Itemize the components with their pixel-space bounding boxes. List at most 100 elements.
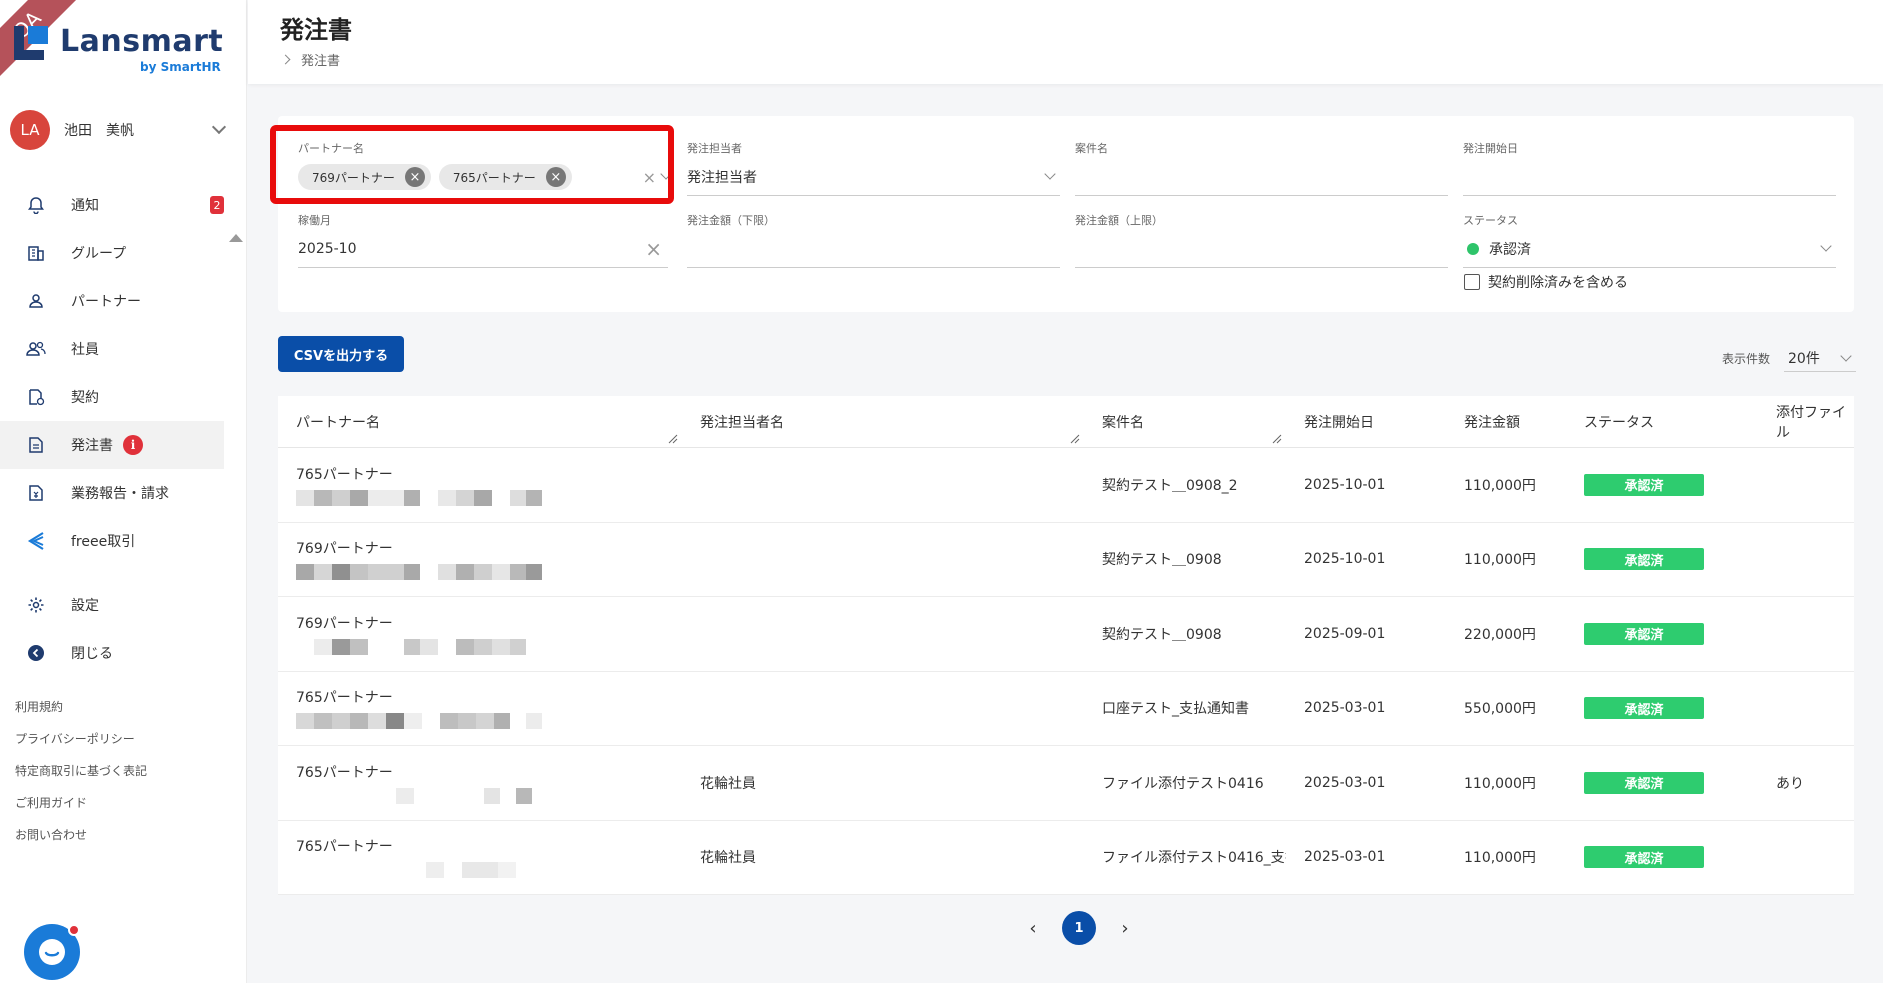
nav-item-order[interactable]: 発注書 i <box>0 421 224 469</box>
cell-start: 2025-03-01 <box>1304 700 1386 717</box>
nav-item-settings[interactable]: 設定 <box>0 581 224 629</box>
cell-status: 承認済 <box>1566 523 1758 597</box>
arrow-left-circle-icon <box>26 643 46 663</box>
amount-max-input[interactable] <box>1075 230 1448 268</box>
th-partner[interactable]: パートナー名 <box>278 396 682 448</box>
th-attachment-label: 添付ファイル <box>1776 405 1846 441</box>
breadcrumb-item[interactable]: 発注書 <box>301 50 340 69</box>
logo[interactable]: Lansmart by SmartHR <box>14 22 234 82</box>
status-select[interactable]: 承認済 <box>1463 230 1836 268</box>
amount-min-input[interactable] <box>687 230 1060 268</box>
nav-item-close[interactable]: 閉じる <box>0 629 224 677</box>
cell-status: 承認済 <box>1566 746 1758 820</box>
invoice-icon <box>26 483 46 503</box>
page-title: 発注書 <box>280 16 352 44</box>
person-icon <box>26 291 46 311</box>
link-commerce-law[interactable]: 特定商取引に基づく表記 <box>15 761 147 793</box>
resize-handle-icon[interactable] <box>1070 434 1080 444</box>
gear-icon <box>26 595 46 615</box>
th-amount[interactable]: 発注金額 <box>1446 396 1566 448</box>
notice-count-badge: 2 <box>210 196 224 214</box>
contract-icon <box>26 387 46 407</box>
nav-item-freee[interactable]: freee取引 <box>0 517 224 565</box>
blurred-text <box>296 862 516 879</box>
checkbox[interactable] <box>1464 274 1480 290</box>
cell-staff: 花輪社員 <box>700 850 756 867</box>
page-number-button[interactable]: 1 <box>1062 911 1096 945</box>
logo-brand: Lansmart <box>60 24 224 59</box>
table-row[interactable]: 769パートナー 契約テスト＿0908 2025-10-01 110,000円 … <box>278 523 1854 597</box>
table-row[interactable]: 765パートナー 花輪社員 ファイル添付テスト0416_支払 2025-03-0… <box>278 821 1854 895</box>
nav-item-employee[interactable]: 社員 <box>0 325 224 373</box>
th-project[interactable]: 案件名 <box>1084 396 1286 448</box>
month-input[interactable]: 2025-10 × <box>298 230 668 268</box>
cell-attachment <box>1758 672 1854 746</box>
nav-label-report: 業務報告・請求 <box>71 486 169 502</box>
table-row[interactable]: 765パートナー 花輪社員 ファイル添付テスト0416 2025-03-01 1… <box>278 746 1854 821</box>
highlight-box <box>270 125 674 204</box>
chat-button[interactable] <box>24 924 80 980</box>
th-attachment[interactable]: 添付ファイル <box>1758 396 1854 448</box>
people-icon <box>26 339 46 359</box>
cell-start: 2025-10-01 <box>1304 551 1386 568</box>
status-badge: 承認済 <box>1584 473 1704 496</box>
th-start-label: 発注開始日 <box>1304 415 1374 431</box>
link-terms[interactable]: 利用規約 <box>15 697 147 729</box>
link-guide[interactable]: ご利用ガイド <box>15 793 147 825</box>
table-row[interactable]: 765パートナー 契約テスト＿0908_2 2025-10-01 110,000… <box>278 448 1854 523</box>
nav-label-settings: 設定 <box>71 598 99 614</box>
nav-label-close: 閉じる <box>71 646 113 662</box>
nav-item-report[interactable]: 業務報告・請求 <box>0 469 224 517</box>
table-row[interactable]: 769パートナー 契約テスト＿0908 2025-09-01 220,000円 … <box>278 597 1854 672</box>
cell-partner: 765パートナー <box>278 821 682 895</box>
start-date-input[interactable] <box>1463 158 1836 196</box>
page-header: 発注書 発注書 <box>248 0 1883 84</box>
page-size-control: 表示件数 20件 <box>1722 344 1857 372</box>
nav-item-group[interactable]: グループ <box>0 229 224 277</box>
cell-start: 2025-09-01 <box>1304 625 1386 642</box>
th-status[interactable]: ステータス <box>1566 396 1758 448</box>
resize-handle-icon[interactable] <box>1272 434 1282 444</box>
scroll-up-arrow-icon[interactable] <box>229 234 243 242</box>
cell-amount: 110,000円 <box>1464 477 1536 494</box>
cell-start: 2025-03-01 <box>1304 774 1386 791</box>
page-size-label: 表示件数 <box>1722 351 1771 366</box>
chevron-down-icon <box>1840 350 1852 362</box>
page-size-select[interactable]: 20件 <box>1784 344 1857 372</box>
next-page-button[interactable]: › <box>1110 913 1140 943</box>
resize-handle-icon[interactable] <box>668 434 678 444</box>
status-value: 承認済 <box>1489 241 1531 258</box>
csv-export-button[interactable]: CSVを出力する <box>278 336 404 372</box>
cell-partner: 769パートナー <box>278 597 682 671</box>
page-size-value: 20件 <box>1788 350 1820 367</box>
project-input[interactable] <box>1075 158 1448 196</box>
link-contact[interactable]: お問い合わせ <box>15 825 147 857</box>
include-deleted-checkbox[interactable]: 契約削除済みを含める <box>1464 272 1628 292</box>
cell-amount: 110,000円 <box>1464 552 1536 569</box>
cell-staff <box>682 672 1084 746</box>
start-date-filter: 発注開始日 <box>1463 140 1836 196</box>
partner-name: 765パートナー <box>296 839 393 856</box>
include-deleted-label: 契約削除済みを含める <box>1488 275 1628 291</box>
partner-name: 769パートナー <box>296 615 393 632</box>
nav-item-partner[interactable]: パートナー <box>0 277 224 325</box>
nav-item-notice[interactable]: 通知 2 <box>0 181 224 229</box>
nav-item-contract[interactable]: 契約 <box>0 373 224 421</box>
th-staff[interactable]: 発注担当者名 <box>682 396 1084 448</box>
cell-amount: 110,000円 <box>1464 775 1536 792</box>
blurred-text <box>296 787 532 804</box>
cell-staff <box>682 523 1084 597</box>
cell-project: 口座テスト_支払通知書 <box>1102 701 1249 718</box>
cell-attachment[interactable]: あり <box>1758 746 1854 820</box>
cell-staff: 花輪社員 <box>700 775 756 792</box>
staff-select[interactable]: 発注担当者 <box>687 158 1060 196</box>
link-privacy[interactable]: プライバシーポリシー <box>15 729 147 761</box>
clear-icon[interactable]: × <box>645 237 662 261</box>
cell-start: 2025-03-01 <box>1304 849 1386 866</box>
th-start[interactable]: 発注開始日 <box>1286 396 1446 448</box>
breadcrumb: 発注書 <box>280 50 340 69</box>
table-row[interactable]: 765パートナー 口座テスト_支払通知書 2025-03-01 550,000円… <box>278 672 1854 746</box>
prev-page-button[interactable]: ‹ <box>1018 913 1048 943</box>
user-menu[interactable]: LA 池田 美帆 <box>10 110 230 150</box>
